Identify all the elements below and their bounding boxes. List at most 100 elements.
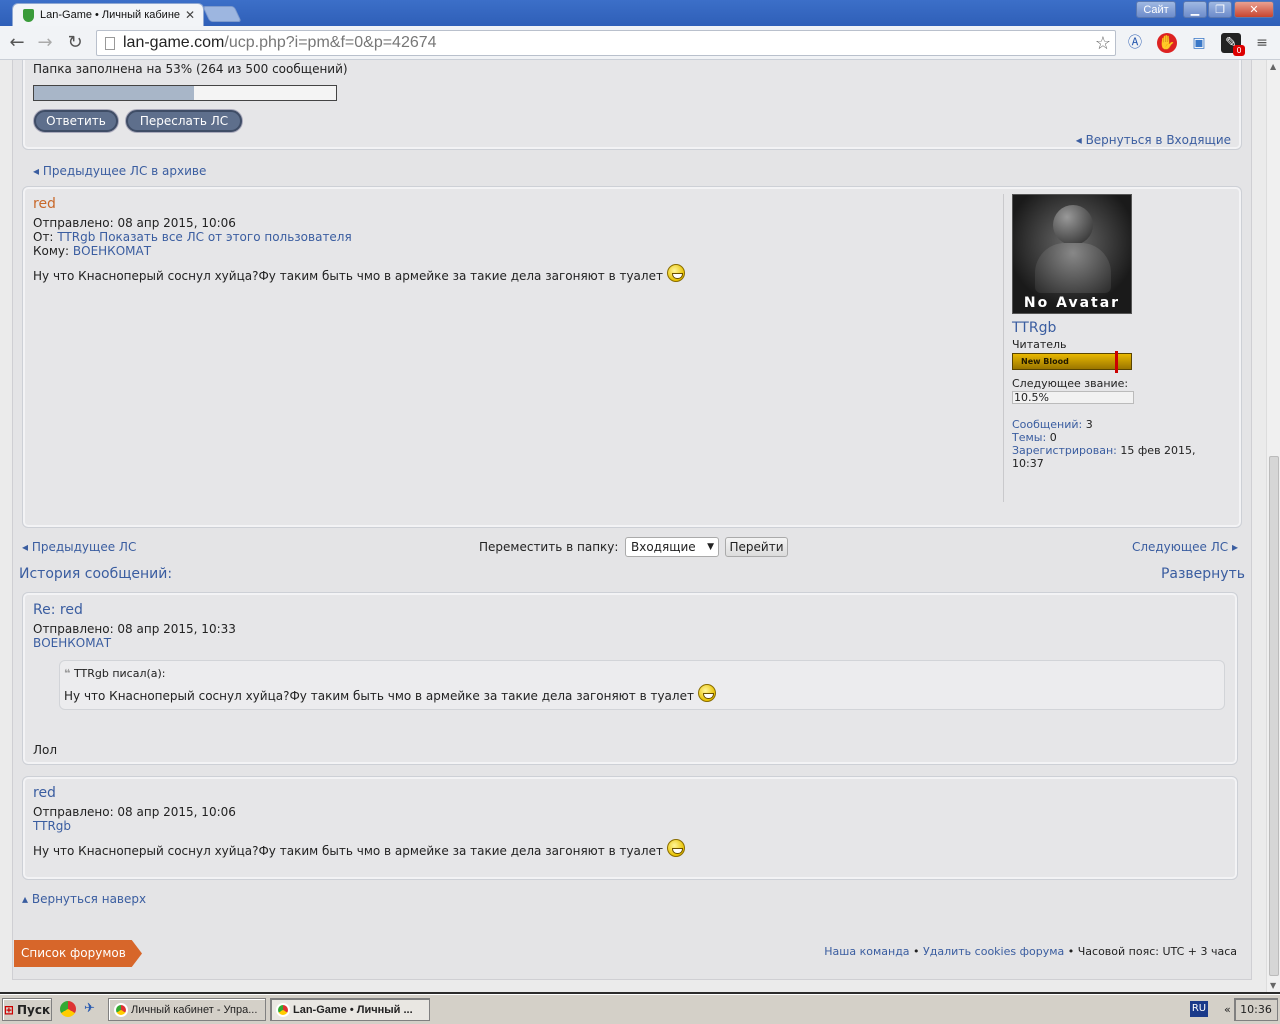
message-subject: red (33, 196, 56, 212)
address-bar[interactable]: lan-game.com/ucp.php?i=pm&f=0&p=42674 ☆ (96, 30, 1116, 56)
message-body: Ну что Кнасноперый соснул хуйца?Фу таким… (33, 264, 685, 283)
adblock-icon[interactable]: ✋ (1157, 33, 1177, 53)
back-to-top-link[interactable]: ▴ Вернуться наверх (22, 892, 146, 906)
taskbar-item-cabinet[interactable]: Личный кабинет - Упра... (108, 998, 266, 1021)
history-body-text: Ну что Кнасноперый соснул хуйца?Фу таким… (33, 844, 663, 858)
topics-link[interactable]: Темы: (1012, 431, 1046, 444)
folder-extension-icon[interactable]: ▣ (1189, 33, 1209, 53)
tab-close-icon[interactable]: ✕ (185, 8, 195, 22)
avatar-head-shape (1053, 205, 1093, 245)
folder-select[interactable]: Входящие ▼ (625, 537, 719, 557)
tray-expand-icon[interactable]: « (1224, 1003, 1231, 1016)
rank-badge: New Blood (1012, 351, 1132, 373)
from-label: От: (33, 230, 54, 244)
profile-registered: Зарегистрирован: 15 фев 2015, (1012, 444, 1196, 457)
go-button[interactable]: Перейти (725, 537, 788, 557)
chrome-quicklaunch-icon[interactable] (60, 1001, 76, 1017)
taskbar-item-label: Lan-Game • Личный ... (293, 1003, 413, 1016)
from-user-link[interactable]: TTRgb (57, 230, 95, 244)
next-pm-link[interactable]: Следующее ЛС ▸ (1132, 540, 1238, 554)
smiley-icon (666, 264, 685, 282)
quicklaunch-tool-icon[interactable]: ✈ (84, 1001, 100, 1017)
restore-icon[interactable]: ❐ (1208, 1, 1232, 18)
history-author-link[interactable]: ВОЕНКОМАТ (33, 636, 111, 650)
start-label: Пуск (16, 1002, 51, 1017)
quote-text-body: Ну что Кнасноперый соснул хуйца?Фу таким… (64, 689, 694, 703)
quote-text: Ну что Кнасноперый соснул хуйца?Фу таким… (64, 684, 716, 703)
wrench-menu-icon[interactable]: ≡ (1252, 33, 1272, 53)
page-scrollbar[interactable]: ▲ ▼ (1266, 60, 1280, 992)
taskbar: ⊞ Пуск ✈ Личный кабинет - Упра... Lan-Gam… (0, 994, 1280, 1024)
bookmark-star-icon[interactable]: ☆ (1095, 33, 1111, 54)
folder-usage-bar (33, 85, 337, 101)
smiley-icon (697, 684, 716, 702)
page-icon (105, 36, 115, 50)
avatar: No Avatar (1012, 194, 1132, 314)
delete-cookies-link[interactable]: Удалить cookies форума (923, 945, 1064, 958)
smiley-icon (666, 839, 685, 857)
extension-badge: 0 (1233, 45, 1245, 56)
registered-value: 15 фев 2015, (1120, 444, 1196, 457)
footer-links: Наша команда • Удалить cookies форума • … (824, 945, 1237, 958)
history-subject-link[interactable]: red (33, 785, 56, 801)
move-folder-label: Переместить в папку: (479, 540, 619, 554)
next-rank-bar: 10.5% (1012, 391, 1134, 404)
language-indicator[interactable]: RU (1190, 1001, 1208, 1017)
topics-value: 0 (1049, 431, 1057, 444)
back-icon[interactable]: ← (6, 32, 28, 54)
forum-list-button[interactable]: Список форумов (14, 940, 142, 967)
message-from: От: TTRgb Показать все ЛС от этого польз… (33, 230, 352, 244)
folder-usage-text: Папка заполнена на 53% (264 из 500 сообщ… (33, 62, 348, 76)
to-user-link[interactable]: ВОЕНКОМАТ (73, 244, 151, 258)
scroll-down-icon[interactable]: ▼ (1270, 981, 1276, 990)
forward-icon[interactable]: → (34, 32, 56, 54)
back-to-top-label: Вернуться наверх (31, 892, 147, 906)
history-body: Лол (33, 743, 58, 757)
reply-button[interactable]: Ответить (34, 110, 118, 132)
back-to-inbox-link[interactable]: ◂ Вернуться в Входящие (1076, 133, 1231, 147)
profile-posts: Сообщений: 3 (1012, 418, 1093, 431)
prev-pm-link[interactable]: ◂ Предыдущее ЛС (22, 540, 136, 554)
sent-label: Отправлено: (33, 216, 114, 230)
forward-button[interactable]: Переслать ЛС (126, 110, 242, 132)
prev-archive-link[interactable]: ◂ Предыдущее ЛС в архиве (33, 164, 206, 178)
avatar-label: No Avatar (1023, 295, 1121, 311)
history-item (22, 776, 1238, 880)
scroll-up-icon[interactable]: ▲ (1270, 62, 1276, 71)
site-button[interactable]: Сайт (1136, 1, 1176, 18)
profile-username-link[interactable]: TTRgb (1012, 320, 1056, 336)
sent-date: 08 апр 2015, 10:06 (117, 216, 236, 230)
history-body: Ну что Кнасноперый соснул хуйца?Фу таким… (33, 839, 685, 858)
reload-icon[interactable]: ↻ (64, 32, 86, 54)
prev-archive-label: Предыдущее ЛС в архиве (42, 164, 207, 178)
folder-select-value: Входящие (631, 540, 696, 554)
shield-favicon-icon (23, 8, 34, 22)
show-all-pm-link[interactable]: Показать все ЛС от этого пользователя (99, 230, 352, 244)
timezone-text: Часовой пояс: UTC + 3 часа (1077, 945, 1237, 958)
profile-rank: Читатель (1012, 338, 1067, 351)
registered-time: 10:37 (1012, 457, 1044, 470)
taskbar-item-langame[interactable]: Lan-Game • Личный ... (270, 998, 430, 1021)
message-body-text: Ну что Кнасноперый соснул хуйца?Фу таким… (33, 269, 663, 283)
chrome-icon (114, 1003, 128, 1017)
browser-tab[interactable]: Lan-Game • Личный кабине ✕ (12, 3, 204, 26)
new-tab-button[interactable] (202, 6, 242, 22)
chevron-down-icon: ▼ (707, 542, 714, 552)
close-window-icon[interactable]: ✕ (1234, 1, 1274, 18)
scrollbar-thumb[interactable] (1269, 456, 1279, 976)
history-author-link[interactable]: TTRgb (33, 819, 71, 833)
minimize-icon[interactable]: ▁ (1183, 1, 1207, 18)
url-path: /ucp.php?i=pm&f=0&p=42674 (224, 34, 437, 51)
profile-topics: Темы: 0 (1012, 431, 1057, 444)
start-button[interactable]: ⊞ Пуск (2, 998, 52, 1021)
history-subject-link[interactable]: Re: red (33, 602, 83, 618)
expand-link[interactable]: Развернуть (1161, 566, 1245, 582)
extension-a-icon[interactable]: Ⓐ (1125, 33, 1145, 53)
next-pm-label: Следующее ЛС (1131, 540, 1229, 554)
back-to-inbox-label: Вернуться в Входящие (1085, 133, 1231, 147)
message-sent: Отправлено: 08 апр 2015, 10:06 (33, 216, 236, 230)
team-link[interactable]: Наша команда (824, 945, 909, 958)
folder-usage-fill (34, 86, 195, 100)
posts-link[interactable]: Сообщений: (1012, 418, 1082, 431)
quote-author-text: TTRgb писал(а): (73, 667, 166, 680)
